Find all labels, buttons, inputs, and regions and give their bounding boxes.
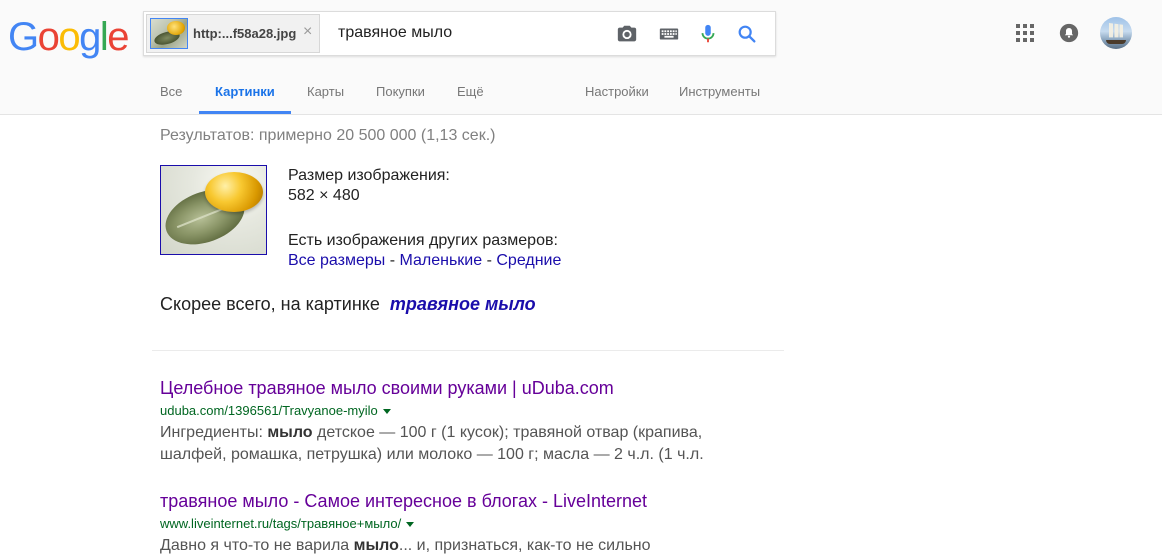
search-box[interactable]: http:...f58a28.jpg × травяное мыло bbox=[143, 11, 776, 56]
search-tabs: Все Картинки Карты Покупки Ещё Настройки… bbox=[0, 80, 1162, 115]
search-icon[interactable] bbox=[736, 23, 758, 45]
image-size-label: Размер изображения: bbox=[288, 167, 450, 184]
best-guess: Скорее всего, на картинке травяное мыло bbox=[160, 294, 536, 315]
size-link-separator: - bbox=[385, 252, 400, 269]
size-link-separator: - bbox=[482, 252, 497, 269]
tab-images[interactable]: Картинки bbox=[215, 84, 275, 99]
chip-thumbnail-image bbox=[150, 18, 188, 49]
search-query-input[interactable]: травяное мыло bbox=[338, 24, 452, 42]
logo-letter-g: G bbox=[8, 15, 39, 59]
avatar-ship-sails bbox=[1109, 23, 1123, 38]
logo-letter-e: e bbox=[107, 15, 129, 59]
all-sizes-link[interactable]: Все размеры bbox=[288, 252, 385, 269]
google-logo[interactable]: Google bbox=[8, 15, 129, 59]
medium-sizes-link[interactable]: Средние bbox=[496, 252, 561, 269]
size-links: Все размеры - Маленькие - Средние bbox=[288, 252, 561, 270]
result-title-link[interactable]: травяное мыло - Самое интересное в блога… bbox=[160, 491, 800, 512]
best-guess-prefix: Скорее всего, на картинке bbox=[160, 294, 390, 314]
snippet-bold: мыло bbox=[353, 537, 399, 554]
search-result: Целебное травяное мыло своими руками | u… bbox=[160, 378, 800, 466]
result-snippet: Ингредиенты: мыло детское — 100 г (1 кус… bbox=[160, 422, 800, 466]
account-avatar[interactable] bbox=[1100, 17, 1132, 49]
tab-tools[interactable]: Инструменты bbox=[679, 84, 760, 99]
snippet-text-after: ... и, признаться, как-то не сильно bbox=[398, 537, 651, 554]
snippet-text-after: детское — 100 г (1 кусок); травяной отва… bbox=[312, 424, 703, 441]
search-result: травяное мыло - Самое интересное в блога… bbox=[160, 491, 800, 557]
small-sizes-link[interactable]: Маленькие bbox=[399, 252, 482, 269]
header: Google http:...f58a28.jpg × травяное мыл… bbox=[0, 0, 1162, 115]
notifications-icon[interactable] bbox=[1058, 22, 1080, 44]
search-by-image-chip[interactable]: http:...f58a28.jpg × bbox=[146, 14, 320, 53]
preview-amber-soap bbox=[205, 172, 263, 212]
tab-all[interactable]: Все bbox=[160, 84, 182, 99]
snippet-bold: мыло bbox=[267, 424, 313, 441]
chip-filename-label: http:...f58a28.jpg bbox=[193, 26, 297, 41]
microphone-icon[interactable] bbox=[697, 23, 719, 45]
tab-shopping[interactable]: Покупки bbox=[376, 84, 425, 99]
section-divider bbox=[152, 350, 784, 351]
avatar-ship-hull bbox=[1106, 40, 1126, 44]
logo-letter-g2: g bbox=[79, 15, 101, 59]
other-sizes-label: Есть изображения других размеров: bbox=[288, 232, 558, 249]
tab-settings[interactable]: Настройки bbox=[585, 84, 649, 99]
apps-icon[interactable] bbox=[1016, 24, 1034, 42]
tab-maps[interactable]: Карты bbox=[307, 84, 344, 99]
result-url-text: www.liveinternet.ru/tags/травяное+мыло/ bbox=[160, 516, 402, 531]
logo-letter-o2: o bbox=[58, 15, 80, 59]
result-url-text: uduba.com/1396561/Travyanoe-myilo bbox=[160, 403, 378, 418]
keyboard-icon[interactable] bbox=[658, 23, 680, 45]
best-guess-link[interactable]: травяное мыло bbox=[390, 294, 536, 314]
logo-letter-l: l bbox=[99, 15, 109, 59]
camera-icon[interactable] bbox=[616, 23, 638, 45]
snippet-text-before: Ингредиенты: bbox=[160, 424, 268, 441]
result-title-link[interactable]: Целебное травяное мыло своими руками | u… bbox=[160, 378, 800, 399]
logo-letter-o1: o bbox=[37, 15, 60, 59]
tab-more[interactable]: Ещё bbox=[457, 84, 484, 99]
result-url: www.liveinternet.ru/tags/травяное+мыло/ bbox=[160, 516, 800, 531]
snippet-text-before: Давно я что-то не варила bbox=[160, 537, 354, 554]
result-menu-arrow-icon[interactable] bbox=[406, 522, 415, 528]
result-stats: Результатов: примерно 20 500 000 (1,13 с… bbox=[160, 127, 496, 144]
chip-thumb-amber-soap bbox=[167, 21, 185, 35]
chip-close-icon[interactable]: × bbox=[303, 23, 312, 41]
result-snippet: Давно я что-то не варила мыло... и, приз… bbox=[160, 535, 800, 557]
result-menu-arrow-icon[interactable] bbox=[382, 409, 391, 415]
active-tab-indicator bbox=[199, 111, 291, 114]
snippet-line-2: шалфей, ромашка, петрушка) или молоко — … bbox=[160, 446, 704, 463]
result-url: uduba.com/1396561/Travyanoe-myilo bbox=[160, 403, 800, 418]
query-image-preview[interactable] bbox=[160, 165, 267, 255]
image-size-value: 582 × 480 bbox=[288, 187, 360, 204]
